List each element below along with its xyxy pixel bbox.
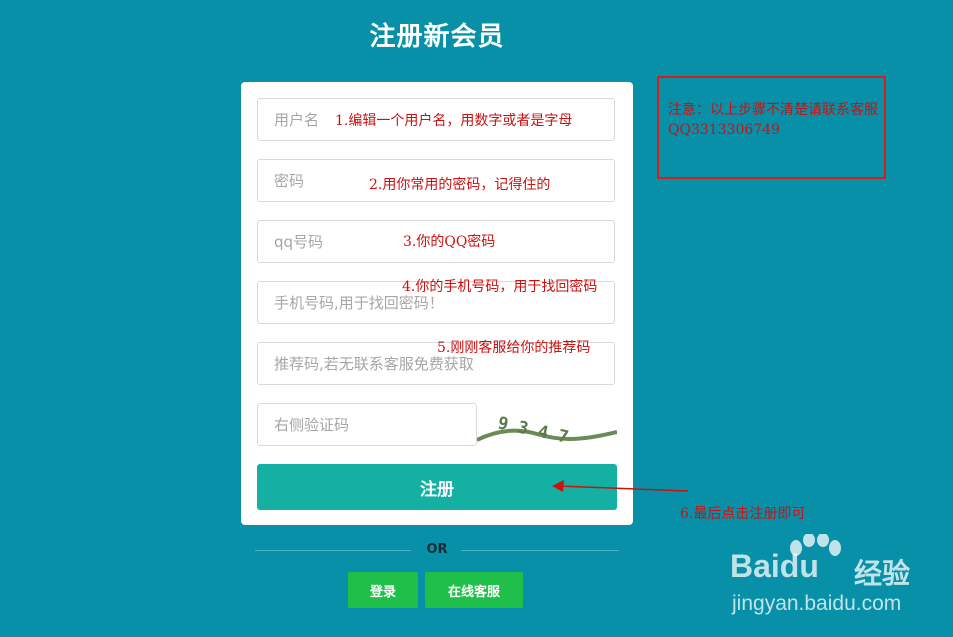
annotation-step3: 3.你的QQ密码 xyxy=(403,234,496,250)
captcha-field[interactable] xyxy=(257,403,477,446)
notice-box: 注意：以上步骤不清楚请联系客服 QQ3313306749 xyxy=(657,76,886,179)
notice-text: 注意：以上步骤不清楚请联系客服 QQ3313306749 xyxy=(668,102,878,138)
online-service-button[interactable]: 在线客服 xyxy=(425,572,523,608)
login-button[interactable]: 登录 xyxy=(348,572,418,608)
captcha-text: 9 3 4 7 xyxy=(496,413,570,446)
watermark-url: jingyan.baidu.com xyxy=(732,592,902,615)
arrow-annotation xyxy=(552,480,689,492)
watermark-logo-cn: 经验 xyxy=(854,557,911,590)
page-title: 注册新会员 xyxy=(369,22,505,52)
divider-line-right xyxy=(461,550,619,551)
watermark-logo: Baidu xyxy=(730,548,819,584)
annotation-step1: 1.编辑一个用户名，用数字或者是字母 xyxy=(335,113,573,129)
annotation-step4: 4.你的手机号码，用于找回密码 xyxy=(402,279,598,295)
baidu-jingyan-watermark: Baidu 经验 jingyan.baidu.com xyxy=(730,534,930,624)
captcha-input[interactable] xyxy=(258,404,476,445)
annotation-step2: 2.用你常用的密码，记得住的 xyxy=(369,177,551,193)
captcha-image[interactable]: 9 3 4 7 xyxy=(477,404,617,446)
or-divider: OR xyxy=(255,540,619,560)
annotation-step6: 6.最后点击注册即可 xyxy=(680,506,806,522)
annotation-step5: 5.刚刚客服给你的推荐码 xyxy=(437,340,591,356)
register-form: 9 3 4 7 注册 xyxy=(241,82,633,525)
